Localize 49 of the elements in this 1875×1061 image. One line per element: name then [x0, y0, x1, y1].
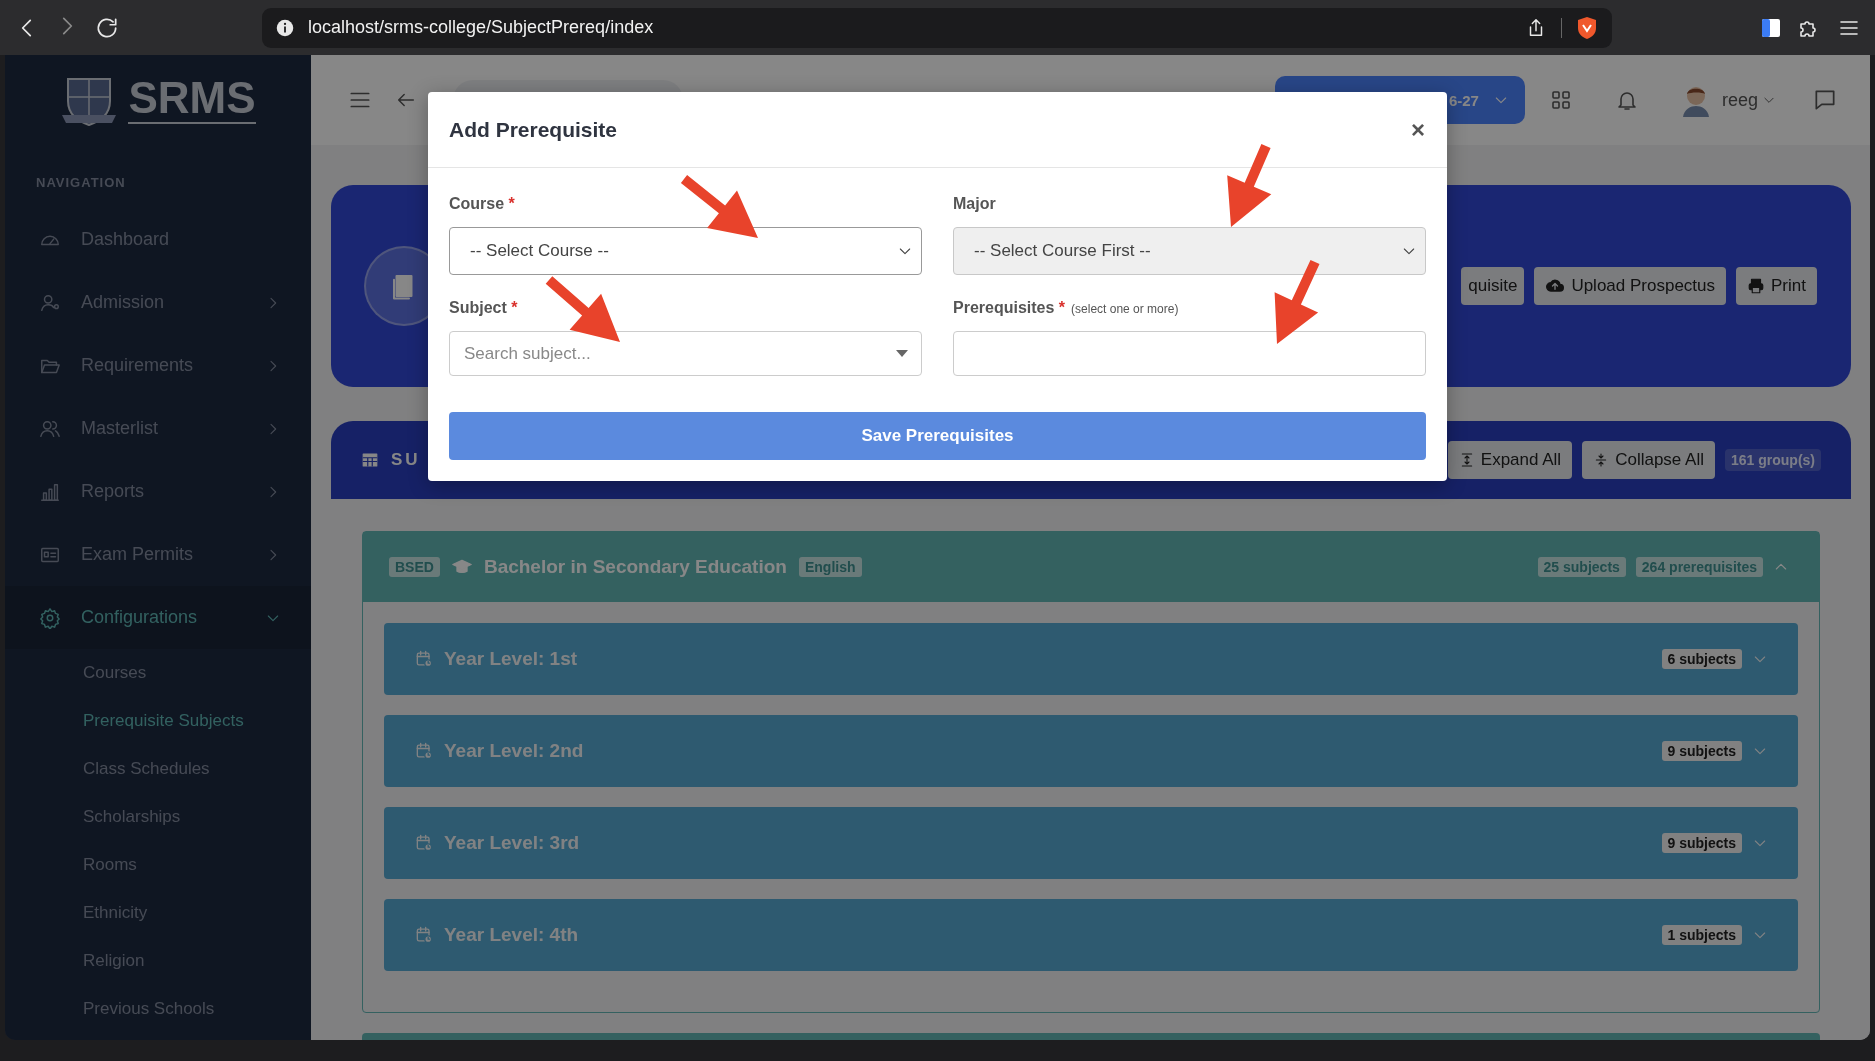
year-level-row[interactable]: Year Level: 3rd 9 subjects	[384, 807, 1798, 879]
gear-icon	[39, 606, 61, 629]
toolbar-button[interactable]: Upload Prospectus	[1534, 267, 1727, 305]
subject-count-badge: 6 subjects	[1661, 649, 1742, 669]
user-name[interactable]: reeg	[1721, 89, 1758, 111]
multi-select-field[interactable]	[953, 331, 1426, 376]
year-level-title: Year Level: 1st	[444, 648, 578, 670]
toolbar-button[interactable]: Print	[1736, 267, 1817, 305]
year-level-row[interactable]: Year Level: 4th 1 subjects	[384, 899, 1798, 971]
sidebar-item[interactable]: Configurations	[5, 586, 311, 649]
year-level-row[interactable]: Year Level: 1st 6 subjects	[384, 623, 1798, 695]
url-text: localhost/srms-college/SubjectPrereq/index	[308, 17, 655, 38]
subject-count-badge: 9 subjects	[1661, 833, 1742, 853]
field-label: Prerequisites *	[953, 299, 1066, 317]
close-button[interactable]: ×	[1407, 115, 1429, 144]
expand-all-button[interactable]: Expand All	[1447, 441, 1573, 479]
calendar-icon	[414, 925, 434, 945]
caret-icon	[896, 350, 908, 358]
subject-count-badge: 9 subjects	[1661, 741, 1742, 761]
chat-icon	[1812, 87, 1838, 113]
save-button[interactable]: Save Prerequisites	[449, 412, 1426, 460]
modal-title: Add Prerequisite	[449, 117, 619, 142]
calendar-icon	[414, 741, 434, 761]
field-hint: (select one or more)	[1071, 302, 1179, 316]
brand-name: SRMS	[128, 76, 256, 124]
year-level-title: Year Level: 4th	[444, 924, 579, 946]
calendar-icon	[414, 649, 434, 669]
field-label: Subject *	[449, 299, 518, 317]
group-header[interactable]: BSED Bachelor in Secondary Education English 25 subjects 264 prerequisites	[363, 532, 1819, 602]
collapse-all-button[interactable]: Collapse All	[1582, 441, 1715, 479]
shield-icon[interactable]	[1576, 15, 1598, 40]
sidebar-subitem[interactable]: Prerequisite Subjects	[5, 697, 311, 745]
toolbar-button[interactable]: quisite	[1461, 267, 1525, 305]
subject-count-badge: 1 subjects	[1661, 925, 1742, 945]
field-label: Course *	[449, 195, 515, 213]
address-bar[interactable]: localhost/srms-college/SubjectPrereq/index	[262, 7, 1612, 48]
sidebar-panel-icon[interactable]	[1761, 16, 1781, 39]
table-icon	[361, 451, 379, 469]
field-label: Major	[953, 195, 996, 213]
course-name: Bachelor in Secondary Education	[483, 556, 787, 578]
printer-icon	[1747, 277, 1766, 295]
select-field[interactable]: -- Select Course --	[449, 227, 922, 275]
info-icon[interactable]	[276, 18, 294, 37]
section-title: SU	[391, 450, 421, 470]
year-level-title: Year Level: 3rd	[444, 832, 580, 854]
year-level-title: Year Level: 2nd	[444, 740, 584, 762]
search-select-field[interactable]: Search subject...	[449, 331, 922, 376]
calendar-icon	[414, 833, 434, 853]
year-level-row[interactable]: Year Level: 2nd 9 subjects	[384, 715, 1798, 787]
